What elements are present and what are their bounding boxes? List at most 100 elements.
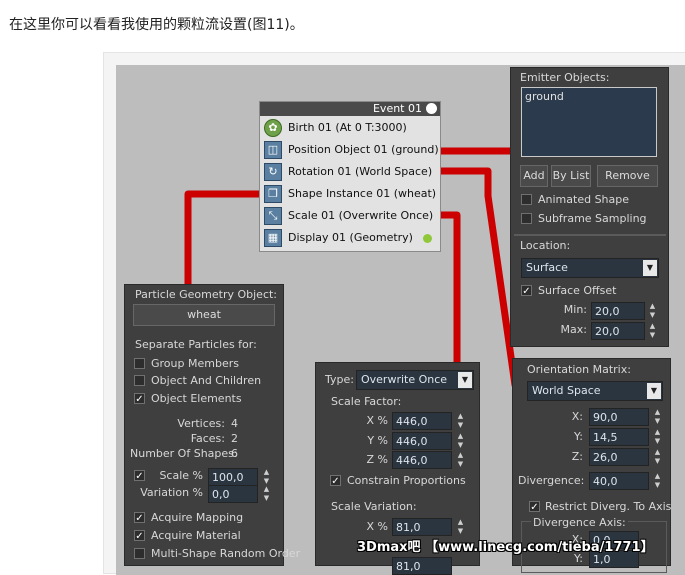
orient-z-field[interactable]: 26,0 [589, 448, 649, 466]
by-list-button[interactable]: By List [551, 165, 591, 187]
object-elements-checkbox[interactable]: ✓ [134, 393, 145, 405]
constrain-label: Constrain Proportions [347, 474, 466, 487]
wire-rotation [426, 167, 519, 389]
scale-checkbox[interactable]: ✓ [134, 470, 145, 482]
scale-y-field[interactable]: 446,0 [392, 432, 452, 450]
orient-y-field[interactable]: 14,5 [589, 428, 649, 446]
remove-button[interactable]: Remove [597, 165, 658, 187]
faces-value: 2 [231, 432, 238, 445]
location-value: Surface [526, 261, 568, 274]
operator-label: Rotation 01 (World Space) [288, 165, 433, 178]
display-icon: ▦ [264, 229, 282, 247]
scale-field[interactable]: 100,0 [208, 468, 258, 486]
acquire-material-label: Acquire Material [151, 529, 241, 542]
event-node[interactable]: Event 01 ✿ Birth 01 (At 0 T:3000) ◫ Posi… [259, 101, 441, 252]
object-children-label: Object And Children [151, 374, 262, 387]
emitter-list[interactable]: ground [521, 87, 657, 157]
divergence-axis-title: Divergence Axis: [531, 516, 628, 529]
scale-factor-title: Scale Factor: [331, 395, 402, 408]
variation-z-field[interactable]: 81,0 [392, 557, 452, 575]
animated-shape-checkbox[interactable] [521, 194, 532, 205]
scale-z-field[interactable]: 446,0 [392, 451, 452, 469]
particle-geometry-title: Particle Geometry Object: [135, 288, 278, 301]
scale-spinner[interactable]: ▲ ▼ [262, 468, 271, 486]
operator-birth[interactable]: ✿ Birth 01 (At 0 T:3000) [262, 118, 438, 138]
object-children-checkbox[interactable] [134, 375, 145, 386]
group-members-checkbox[interactable] [134, 358, 145, 369]
orient-y-spinner[interactable]: ▲ ▼ [653, 428, 662, 446]
watermark: 3Dmax吧 【www.linecg.com/tieba/1771】 [357, 540, 654, 555]
divergence-spinner[interactable]: ▲ ▼ [653, 472, 662, 490]
animated-shape-label: Animated Shape [538, 193, 630, 206]
max-spinner[interactable]: ▲ ▼ [648, 322, 657, 340]
operator-label: Position Object 01 (ground) [288, 143, 439, 156]
restrict-label: Restrict Diverg. To Axis [545, 500, 672, 513]
event-light-icon[interactable] [426, 103, 437, 114]
orient-x-label: X: [571, 410, 583, 423]
shape-instance-icon: ❐ [264, 185, 282, 203]
scale-icon: ⤡ [264, 207, 282, 225]
variation-field[interactable]: 0,0 [208, 485, 258, 503]
display-color-swatch[interactable] [423, 234, 432, 243]
operator-display[interactable]: ▦ Display 01 (Geometry) [262, 228, 438, 248]
orient-x-field[interactable]: 90,0 [589, 408, 649, 426]
scale-x-label: X % [366, 414, 388, 427]
variation-x-spinner[interactable]: ▲ ▼ [456, 518, 465, 536]
operator-label: Display 01 (Geometry) [288, 231, 413, 244]
chevron-down-icon[interactable]: ▼ [647, 383, 661, 399]
divider [514, 234, 666, 236]
divergence-label: Divergence: [518, 474, 585, 487]
scale-z-spinner[interactable]: ▲ ▼ [456, 451, 465, 469]
acquire-mapping-checkbox[interactable]: ✓ [134, 512, 145, 524]
orient-y-label: Y: [574, 430, 583, 443]
event-title: Event 01 [372, 102, 422, 115]
orient-z-label: Z: [571, 450, 583, 463]
multi-shape-label: Multi-Shape Random Order [151, 547, 301, 560]
operator-rotation[interactable]: ↻ Rotation 01 (World Space) [262, 162, 438, 182]
surface-offset-label: Surface Offset [538, 284, 617, 297]
orient-x-spinner[interactable]: ▲ ▼ [653, 408, 662, 426]
operator-label: Scale 01 (Overwrite Once) [288, 209, 434, 222]
scale-variation-title: Scale Variation: [331, 500, 417, 513]
emitter-list-item[interactable]: ground [525, 90, 653, 103]
scale-y-spinner[interactable]: ▲ ▼ [456, 432, 465, 450]
surface-offset-checkbox[interactable]: ✓ [521, 285, 532, 297]
geometry-object-button[interactable]: wheat [133, 304, 275, 326]
min-spinner[interactable]: ▲ ▼ [648, 302, 657, 320]
position-object-icon: ◫ [264, 141, 282, 159]
acquire-material-checkbox[interactable]: ✓ [134, 530, 145, 542]
add-button[interactable]: Add [520, 165, 548, 187]
orientation-title: Orientation Matrix: [527, 363, 631, 376]
divergence-field[interactable]: 40,0 [589, 472, 649, 490]
location-dropdown[interactable]: Surface ▼ [521, 258, 659, 278]
max-field[interactable]: 20,0 [591, 322, 645, 340]
acquire-mapping-label: Acquire Mapping [151, 511, 244, 524]
variation-x-field[interactable]: 81,0 [392, 518, 452, 536]
subframe-sampling-label: Subframe Sampling [538, 212, 647, 225]
shapes-label: Number Of Shapes: [130, 447, 238, 460]
rotation-panel: Orientation Matrix: World Space ▼ X: 90,… [512, 358, 672, 573]
chevron-down-icon[interactable]: ▼ [643, 260, 657, 276]
scale-x-field[interactable]: 446,0 [392, 412, 452, 430]
operator-scale[interactable]: ⤡ Scale 01 (Overwrite Once) [262, 206, 438, 226]
variation-spinner[interactable]: ▲ ▼ [262, 485, 271, 503]
wire-shape [184, 190, 260, 287]
orientation-dropdown[interactable]: World Space ▼ [527, 381, 663, 401]
constrain-checkbox[interactable]: ✓ [330, 475, 341, 487]
restrict-checkbox[interactable]: ✓ [529, 501, 540, 513]
scale-x-spinner[interactable]: ▲ ▼ [456, 412, 465, 430]
scale-type-dropdown[interactable]: Overwrite Once ▼ [356, 370, 474, 390]
operator-shape-instance[interactable]: ❐ Shape Instance 01 (wheat) [262, 184, 438, 204]
separate-title: Separate Particles for: [135, 338, 257, 351]
operator-position-object[interactable]: ◫ Position Object 01 (ground) [262, 140, 439, 160]
orient-z-spinner[interactable]: ▲ ▼ [653, 448, 662, 466]
multi-shape-checkbox[interactable] [134, 548, 145, 559]
position-object-panel: Emitter Objects: ground Add By List Remo… [510, 67, 669, 347]
rotation-icon: ↻ [264, 163, 282, 181]
min-field[interactable]: 20,0 [591, 302, 645, 320]
shape-instance-panel: Particle Geometry Object: wheat Separate… [124, 284, 300, 566]
event-title-bar[interactable]: Event 01 [260, 102, 440, 116]
subframe-sampling-checkbox[interactable] [521, 213, 532, 224]
vertices-value: 4 [231, 417, 238, 430]
chevron-down-icon[interactable]: ▼ [458, 372, 472, 388]
